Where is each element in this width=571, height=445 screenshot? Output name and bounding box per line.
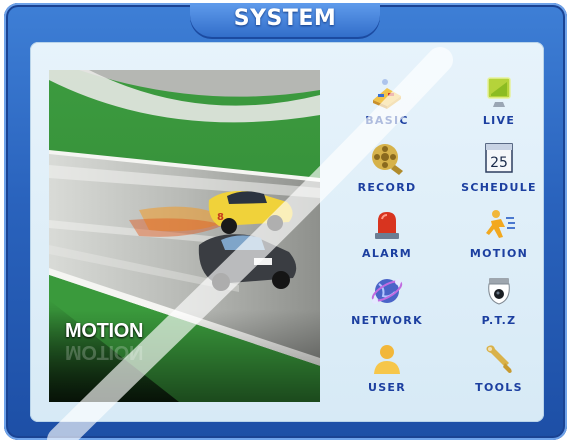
window-title: SYSTEM: [233, 6, 337, 31]
menu-item-record[interactable]: RECORD: [341, 141, 433, 203]
calendar-icon: 25: [481, 141, 517, 177]
dome-camera-icon: [481, 274, 517, 310]
calendar-day-number: 25: [490, 155, 508, 171]
menu-item-label: RECORD: [357, 181, 417, 194]
menu-item-label: ALARM: [362, 247, 412, 260]
basic-settings-icon: [369, 74, 405, 110]
menu-item-tools[interactable]: TOOLS: [453, 341, 545, 403]
alarm-siren-icon: [369, 207, 405, 243]
menu-item-label: P.T.Z: [481, 314, 517, 327]
menu-item-label: SCHEDULE: [461, 181, 537, 194]
menu-item-label: BASIC: [365, 114, 409, 127]
menu-item-schedule[interactable]: 25 SCHEDULE: [453, 141, 545, 203]
menu-item-label: NETWORK: [351, 314, 423, 327]
menu-item-label: TOOLS: [475, 381, 523, 394]
menu-item-label: LIVE: [482, 114, 516, 127]
menu-item-alarm[interactable]: ALARM: [341, 207, 433, 269]
menu-item-motion[interactable]: MOTION: [453, 207, 545, 269]
svg-text:8: 8: [217, 212, 224, 223]
motion-preview-image: 8 MOTION MOTION: [49, 70, 320, 402]
menu-item-ptz[interactable]: P.T.Z: [453, 274, 545, 336]
menu-item-label: MOTION: [469, 247, 529, 260]
film-reel-icon: [369, 141, 405, 177]
preview-caption-reflection: MOTION: [65, 341, 144, 363]
wrench-icon: [481, 341, 517, 377]
menu-item-label: USER: [367, 381, 407, 394]
menu-item-basic[interactable]: BASIC: [341, 74, 433, 136]
user-icon: [369, 341, 405, 377]
running-person-icon: [481, 207, 517, 243]
menu-item-network[interactable]: NETWORK: [341, 274, 433, 336]
menu-item-user[interactable]: USER: [341, 341, 433, 403]
live-view-icon: [481, 74, 517, 110]
globe-network-icon: [369, 274, 405, 310]
menu-item-live[interactable]: LIVE: [453, 74, 545, 136]
